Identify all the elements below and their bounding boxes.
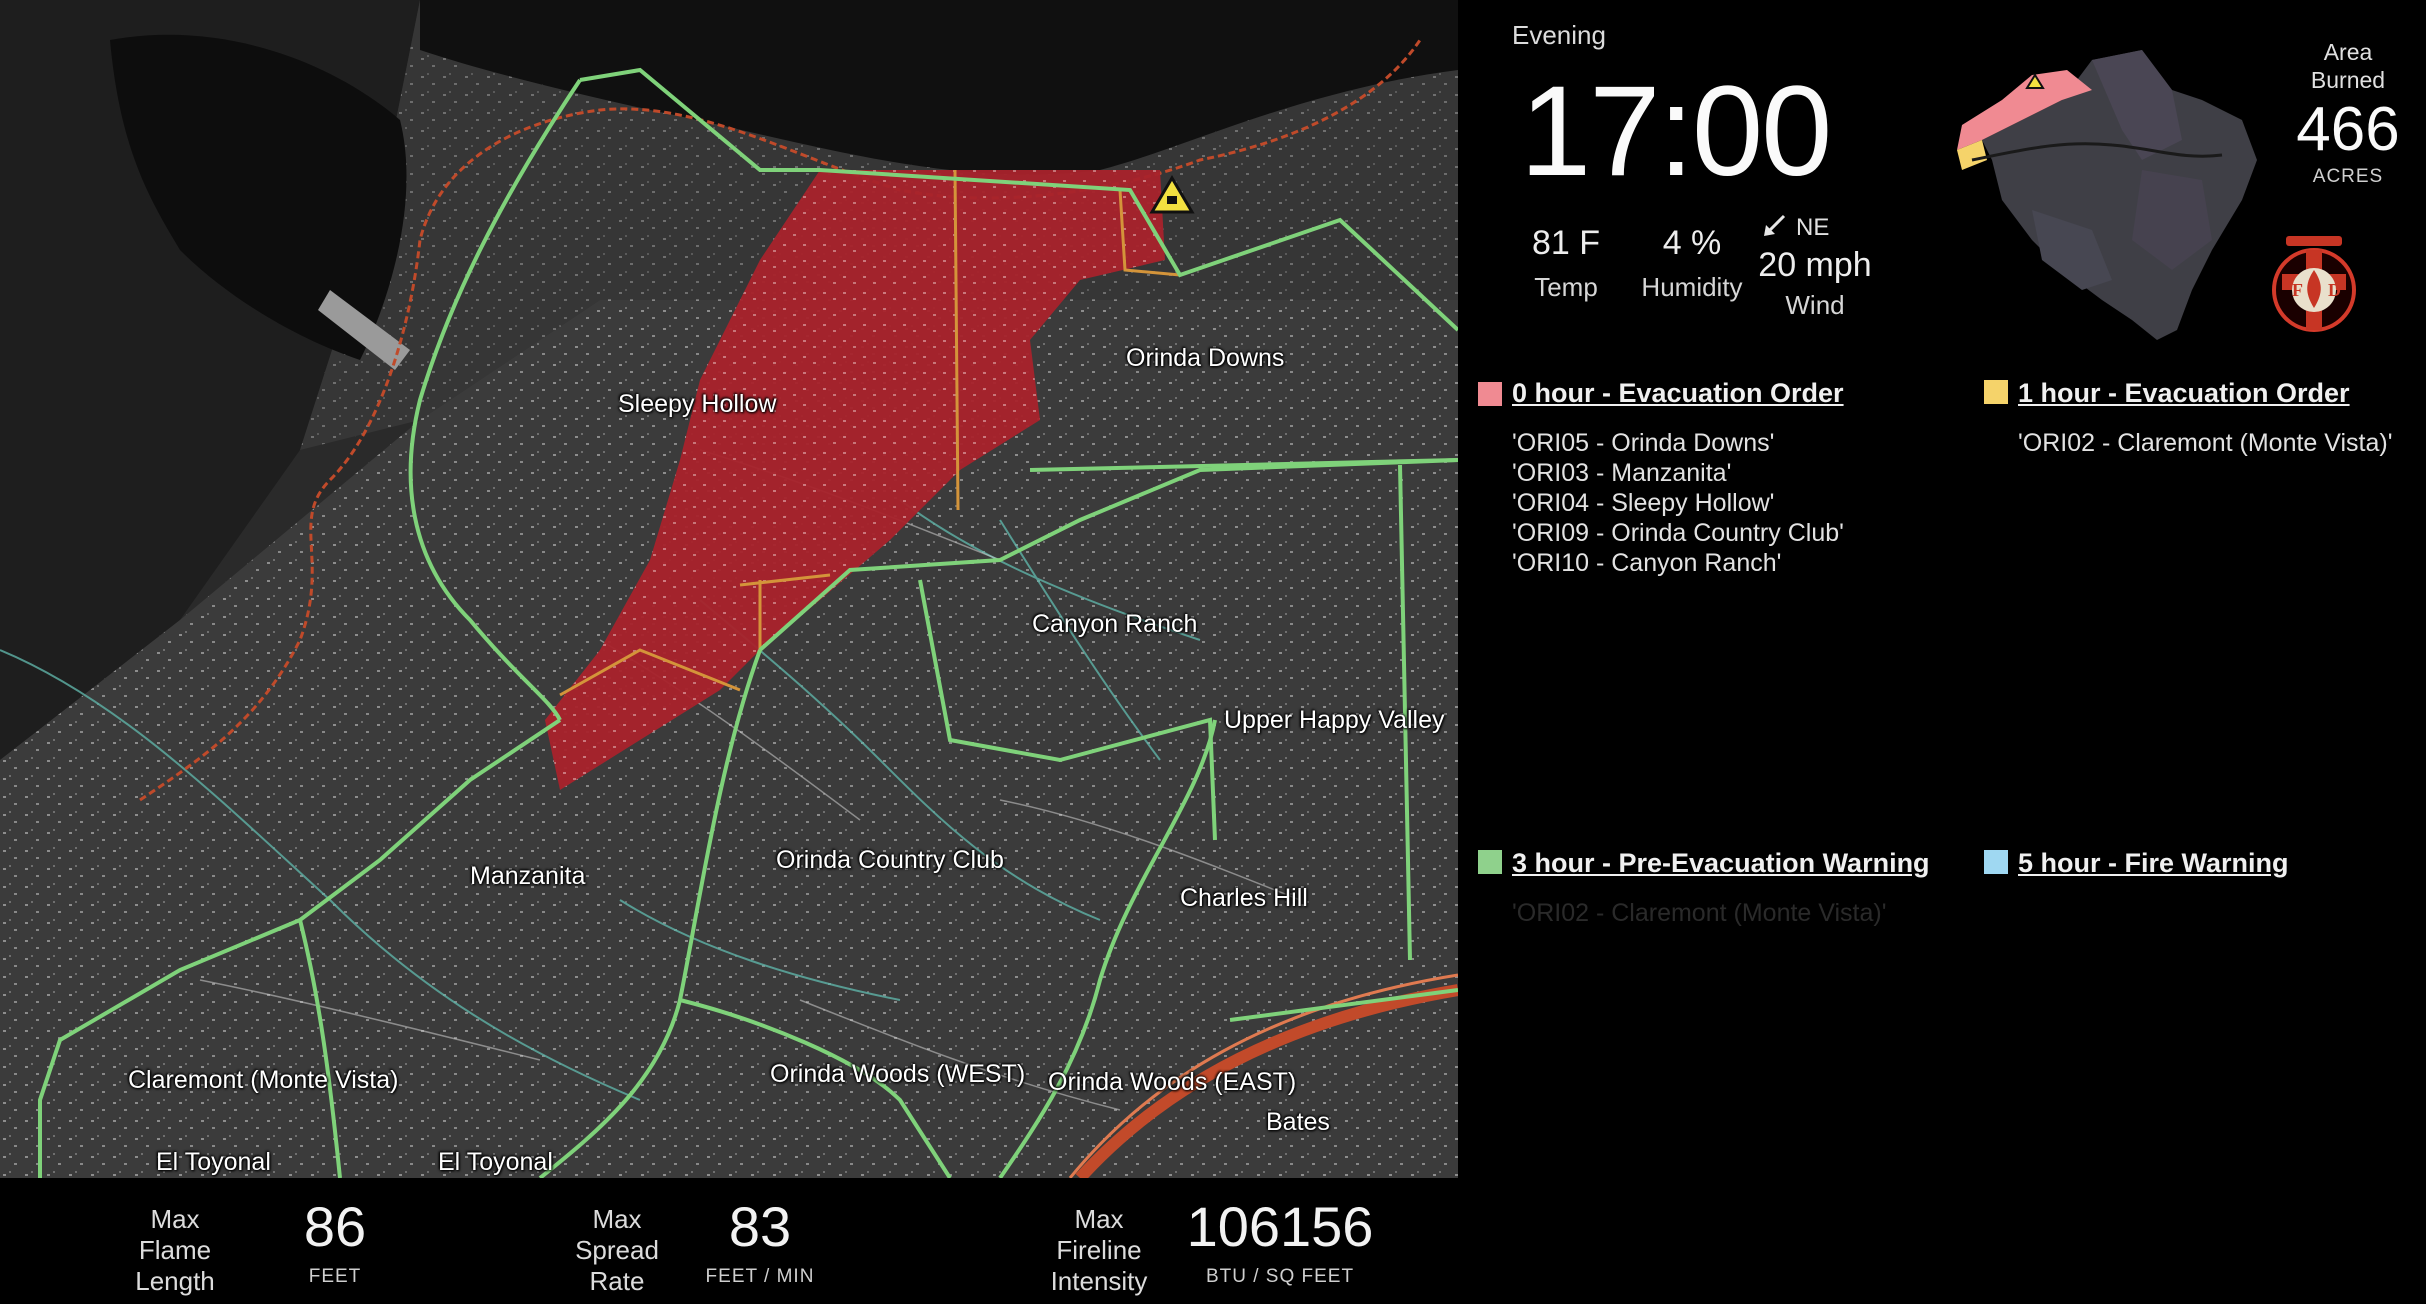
- max-fireline-intensity-unit: BTU / SQ FEET: [1205, 1266, 1355, 1287]
- zone0-item[interactable]: 'ORI05 - Orinda Downs': [1512, 428, 1844, 458]
- arrow-southwest-icon: [1760, 210, 1790, 240]
- map-label-sleepy-hollow[interactable]: Sleepy Hollow: [618, 390, 776, 419]
- zone3-list: 'ORI02 - Claremont (Monte Vista)': [1512, 898, 1887, 928]
- zone0-item[interactable]: 'ORI10 - Canyon Ranch': [1512, 548, 1844, 578]
- max-fireline-intensity-value: 106156: [1186, 1195, 1374, 1258]
- max-spread-rate-value: 83: [728, 1195, 792, 1258]
- area-burned-label: Area Burned: [2310, 39, 2386, 93]
- map-label-upper-happy-valley[interactable]: Upper Happy Valley: [1224, 706, 1444, 735]
- fire-dashboard: Sleepy Hollow Orinda Downs Canyon Ranch …: [0, 0, 2426, 1304]
- map-label-el-toyonal-1[interactable]: El Toyonal: [156, 1148, 271, 1177]
- zone5-swatch: [1984, 850, 2008, 874]
- zone5-title[interactable]: 5 hour - Fire Warning: [2018, 848, 2289, 879]
- zone1-list: 'ORI02 - Claremont (Monte Vista)': [2018, 428, 2393, 458]
- max-flame-length-value: 86: [303, 1195, 367, 1258]
- map-label-orinda-downs[interactable]: Orinda Downs: [1126, 344, 1284, 373]
- max-flame-length-unit: FEET: [308, 1266, 362, 1287]
- map-label-manzanita[interactable]: Manzanita: [470, 862, 585, 891]
- temp-label: Temp: [1534, 272, 1598, 302]
- area-burned-unit: ACRES: [2312, 166, 2384, 187]
- zone3-swatch: [1478, 850, 1502, 874]
- info-panel: Evening 17:00 81 F Temp 4 % Humidity NE …: [1458, 0, 2426, 1304]
- area-burned-value: 466: [2296, 95, 2400, 164]
- zone3-item[interactable]: 'ORI02 - Claremont (Monte Vista)': [1512, 898, 1887, 928]
- zone0-title[interactable]: 0 hour - Evacuation Order: [1512, 378, 1844, 409]
- map-label-orinda-country-club[interactable]: Orinda Country Club: [776, 846, 1004, 875]
- clock-time: 17:00: [1520, 60, 1832, 203]
- max-flame-length-label: Max Flame Length: [135, 1204, 215, 1296]
- max-fireline-intensity-label: Max Fireline Intensity: [1050, 1204, 1148, 1296]
- map-label-canyon-ranch[interactable]: Canyon Ranch: [1032, 610, 1197, 639]
- fire-behavior-stats: Max Flame Length 86 FEET Max Spread Rate…: [0, 1178, 1458, 1304]
- max-spread-rate-label: Max Spread Rate: [575, 1204, 659, 1296]
- map-label-claremont[interactable]: Claremont (Monte Vista): [128, 1066, 398, 1095]
- zone1-title[interactable]: 1 hour - Evacuation Order: [2018, 378, 2350, 409]
- zone1-item[interactable]: 'ORI02 - Claremont (Monte Vista)': [2018, 428, 2393, 458]
- zone0-item[interactable]: 'ORI03 - Manzanita': [1512, 458, 1844, 488]
- zone1-swatch: [1984, 380, 2008, 404]
- map-canvas: [0, 0, 1458, 1178]
- zone0-item[interactable]: 'ORI04 - Sleepy Hollow': [1512, 488, 1844, 518]
- temp-value: 81 F: [1531, 224, 1601, 262]
- map-label-orinda-woods-east[interactable]: Orinda Woods (EAST): [1048, 1068, 1296, 1097]
- zone0-item[interactable]: 'ORI09 - Orinda Country Club': [1512, 518, 1844, 548]
- svg-text:D: D: [2328, 280, 2341, 300]
- svg-text:F: F: [2292, 280, 2303, 300]
- perimeter-overview-map[interactable]: [1942, 30, 2272, 350]
- wind-value: 20 mph: [1758, 246, 1872, 284]
- zone3-title[interactable]: 3 hour - Pre-Evacuation Warning: [1512, 848, 1930, 879]
- zone0-list: 'ORI05 - Orinda Downs' 'ORI03 - Manzanit…: [1512, 428, 1844, 578]
- fire-map[interactable]: Sleepy Hollow Orinda Downs Canyon Ranch …: [0, 0, 1458, 1178]
- map-label-el-toyonal-2[interactable]: El Toyonal: [438, 1148, 553, 1177]
- map-label-bates[interactable]: Bates: [1266, 1108, 1330, 1137]
- wind-label: Wind: [1785, 290, 1845, 320]
- max-spread-rate-unit: FEET / MIN: [705, 1266, 815, 1287]
- fire-department-badge-icon: F D: [2266, 226, 2362, 348]
- map-label-orinda-woods-west[interactable]: Orinda Woods (WEST): [770, 1060, 1025, 1089]
- map-label-charles-hill[interactable]: Charles Hill: [1180, 884, 1308, 913]
- wind-direction: NE: [1796, 214, 1830, 241]
- time-of-day: Evening: [1512, 20, 1606, 50]
- zone0-swatch: [1478, 382, 1502, 406]
